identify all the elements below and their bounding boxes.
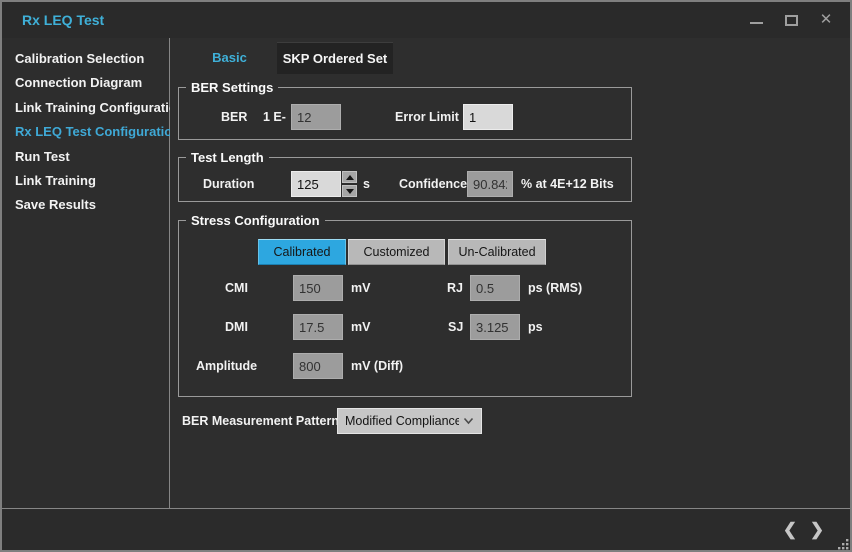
arrow-up-icon (346, 175, 354, 180)
cmi-input (293, 275, 343, 301)
arrow-down-icon (346, 189, 354, 194)
duration-input[interactable] (291, 171, 341, 197)
dmi-unit: mV (351, 314, 370, 340)
chevron-left-icon: ❮ (783, 520, 797, 540)
window-controls: ✕ (748, 2, 834, 38)
sidebar-item-connection-diagram[interactable]: Connection Diagram (2, 71, 169, 95)
nav-forward-button[interactable]: ❯ (808, 509, 826, 550)
ber-label: BER (221, 104, 247, 130)
sidebar-item-run-test[interactable]: Run Test (2, 145, 169, 169)
sj-unit: ps (528, 314, 543, 340)
duration-label: Duration (203, 171, 254, 197)
rj-unit: ps (RMS) (528, 275, 582, 301)
window-title: Rx LEQ Test (22, 12, 104, 28)
ber-measurement-pattern-label: BER Measurement Pattern (182, 408, 339, 434)
rj-label: RJ (447, 275, 463, 301)
duration-spin-down-button[interactable] (342, 185, 357, 197)
sidebar-item-link-training[interactable]: Link Training (2, 169, 169, 193)
mode-calibrated-button[interactable]: Calibrated (258, 239, 346, 265)
duration-unit: s (363, 171, 370, 197)
sj-input (470, 314, 520, 340)
app-window: Rx LEQ Test ✕ Calibration Selection Conn… (0, 0, 852, 552)
mode-customized-button[interactable]: Customized (348, 239, 445, 265)
sidebar-item-rx-leq-test-configuration[interactable]: Rx LEQ Test Configuration (2, 120, 169, 144)
tab-bar: Basic SKP Ordered Set (170, 42, 850, 74)
duration-spin-up-button[interactable] (342, 171, 357, 183)
duration-spinner (342, 171, 357, 197)
chevron-down-icon (463, 417, 474, 425)
sidebar-item-calibration-selection[interactable]: Calibration Selection (2, 47, 169, 71)
cmi-rj-row: CMI mV RJ ps (RMS) (179, 275, 631, 301)
rj-input (470, 275, 520, 301)
resize-grip[interactable] (837, 537, 849, 549)
window-body: Calibration Selection Connection Diagram… (2, 38, 850, 508)
ber-measurement-pattern-value: Modified Compliance (345, 414, 459, 428)
ber-exponent-prefix: 1 E- (263, 104, 286, 130)
test-length-row: Duration s Confidence % at 4E+12 Bits (179, 171, 631, 197)
confidence-label: Confidence (399, 171, 467, 197)
tab-skp-ordered-set[interactable]: SKP Ordered Set (277, 42, 393, 74)
tab-basic[interactable]: Basic (182, 42, 277, 74)
ber-row: BER 1 E- Error Limit (179, 104, 631, 130)
ber-measurement-pattern-select[interactable]: Modified Compliance (337, 408, 482, 434)
cmi-unit: mV (351, 275, 370, 301)
footer-bar: ❮ ❯ (2, 508, 850, 550)
cmi-label: CMI (225, 275, 248, 301)
dmi-sj-row: DMI mV SJ ps (179, 314, 631, 340)
dmi-label: DMI (225, 314, 248, 340)
mode-uncalibrated-button[interactable]: Un-Calibrated (448, 239, 546, 265)
maximize-button[interactable] (783, 12, 799, 28)
main-panel: Basic SKP Ordered Set BER Settings BER 1… (170, 38, 850, 508)
amplitude-unit: mV (Diff) (351, 353, 403, 379)
sidebar: Calibration Selection Connection Diagram… (2, 38, 170, 508)
maximize-icon (785, 15, 798, 26)
error-limit-label: Error Limit (395, 104, 459, 130)
dmi-input (293, 314, 343, 340)
confidence-suffix: % at 4E+12 Bits (521, 171, 614, 197)
amplitude-label: Amplitude (196, 353, 257, 379)
error-limit-input[interactable] (463, 104, 513, 130)
minimize-button[interactable] (748, 12, 764, 28)
sj-label: SJ (448, 314, 463, 340)
group-legend-stress-configuration: Stress Configuration (186, 212, 325, 229)
group-legend-test-length: Test Length (186, 149, 269, 166)
resize-grip-icon (837, 538, 849, 550)
ber-exponent-input (291, 104, 341, 130)
amplitude-input (293, 353, 343, 379)
ber-measurement-pattern-row: BER Measurement Pattern Modified Complia… (170, 408, 850, 434)
group-stress-configuration: Stress Configuration Calibrated Customiz… (178, 220, 632, 397)
chevron-right-icon: ❯ (810, 520, 824, 540)
group-test-length: Test Length Duration s Confidence (178, 157, 632, 202)
stress-mode-row: Calibrated Customized Un-Calibrated (179, 239, 631, 265)
group-legend-ber-settings: BER Settings (186, 79, 278, 96)
confidence-input (467, 171, 513, 197)
sidebar-item-link-training-configuration[interactable]: Link Training Configuration (2, 96, 169, 120)
close-icon: ✕ (820, 12, 833, 28)
group-ber-settings: BER Settings BER 1 E- Error Limit (178, 87, 632, 140)
close-button[interactable]: ✕ (818, 12, 834, 28)
nav-back-button[interactable]: ❮ (781, 509, 799, 550)
minimize-icon (750, 22, 763, 24)
sidebar-item-save-results[interactable]: Save Results (2, 193, 169, 217)
title-bar: Rx LEQ Test ✕ (2, 2, 850, 38)
amplitude-row: Amplitude mV (Diff) (179, 353, 631, 379)
